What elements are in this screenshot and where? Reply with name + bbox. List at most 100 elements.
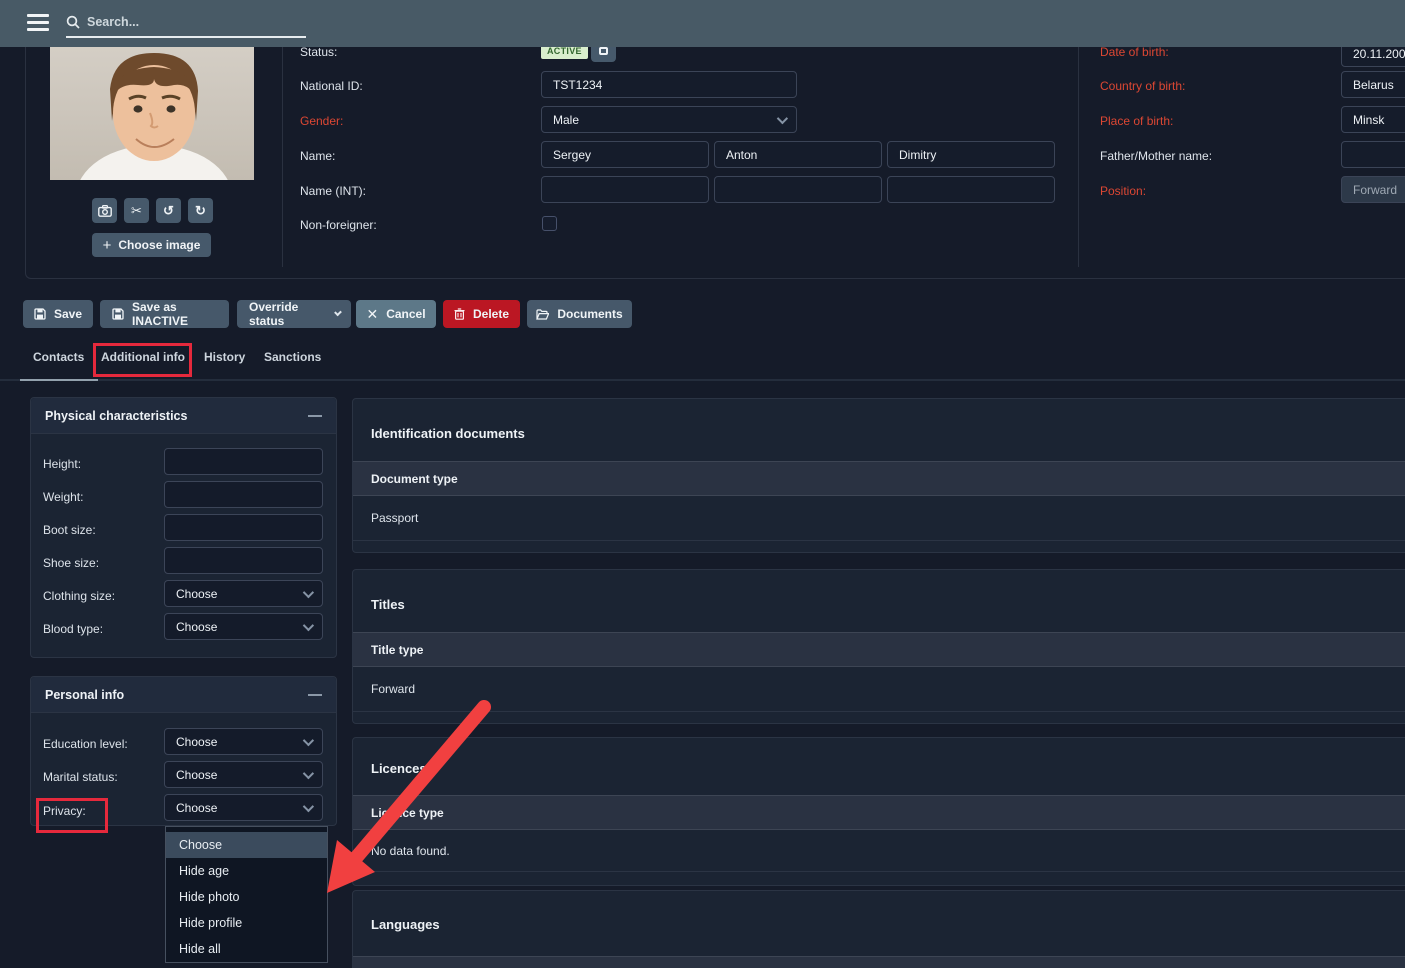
place-of-birth-input[interactable]: Minsk: [1341, 106, 1405, 133]
country-of-birth-input[interactable]: Belarus: [1341, 71, 1405, 98]
national-id-input[interactable]: TST1234: [541, 71, 797, 98]
search-input[interactable]: Search...: [66, 8, 306, 38]
card-title: Licences: [371, 761, 427, 776]
licences-card: Licences Licence type No data found.: [352, 737, 1405, 886]
education-level-select[interactable]: Choose: [164, 728, 323, 755]
name-int-last-input[interactable]: [887, 176, 1055, 203]
privacy-option-hide-age[interactable]: Hide age: [166, 858, 327, 884]
name-first-input[interactable]: Sergey: [541, 141, 709, 168]
override-status-button[interactable]: Override status: [237, 300, 351, 328]
privacy-option-hide-profile[interactable]: Hide profile: [166, 910, 327, 936]
table-row[interactable]: Passport: [353, 496, 1405, 541]
documents-button[interactable]: Documents: [527, 300, 632, 328]
search-placeholder: Search...: [87, 15, 139, 29]
gender-label: Gender:: [300, 114, 343, 128]
cancel-label: Cancel: [386, 307, 425, 321]
profile-photo: [50, 47, 254, 180]
collapse-icon[interactable]: [308, 415, 322, 417]
name-int-middle-input[interactable]: [714, 176, 882, 203]
tab-sanctions[interactable]: Sanctions: [264, 350, 321, 364]
weight-label: Weight:: [43, 490, 83, 504]
crop-button[interactable]: ✂: [124, 198, 149, 223]
cancel-button[interactable]: ✕ Cancel: [356, 300, 436, 328]
tab-history[interactable]: History: [204, 350, 245, 364]
rotate-left-button[interactable]: ↺: [156, 198, 181, 223]
plus-icon: +: [103, 237, 112, 254]
shoe-size-input[interactable]: [164, 547, 323, 574]
divider: [1078, 47, 1079, 267]
panel-title: Personal info: [45, 688, 124, 702]
country-of-birth-label: Country of birth:: [1100, 79, 1185, 93]
marital-status-select[interactable]: Choose: [164, 761, 323, 788]
save-as-inactive-button[interactable]: Save as INACTIVE: [100, 300, 229, 328]
panel-header[interactable]: Physical characteristics: [31, 398, 336, 434]
camera-button[interactable]: [92, 198, 117, 223]
topbar: Search...: [0, 0, 1405, 47]
save-label: Save: [54, 307, 82, 321]
panel-header[interactable]: Personal info: [31, 677, 336, 713]
hamburger-menu-icon[interactable]: [27, 14, 49, 33]
privacy-value: Choose: [176, 801, 217, 815]
height-input[interactable]: [164, 448, 323, 475]
chevron-down-icon: [303, 767, 314, 778]
card-title: Languages: [371, 917, 440, 932]
place-of-birth-label: Place of birth:: [1100, 114, 1173, 128]
marital-status-label: Marital status:: [43, 770, 118, 784]
table-row-empty: No data found.: [353, 830, 1405, 872]
blood-type-select[interactable]: Choose: [164, 613, 323, 640]
rotate-right-icon: ↻: [195, 203, 206, 219]
privacy-option-choose[interactable]: Choose: [166, 832, 327, 858]
table-header-title-type: Title type: [353, 632, 1405, 667]
choose-image-button[interactable]: + Choose image: [92, 233, 211, 257]
blood-type-label: Blood type:: [43, 622, 103, 636]
privacy-option-hide-all[interactable]: Hide all: [166, 936, 327, 962]
rotate-right-button[interactable]: ↻: [188, 198, 213, 223]
active-tab-indicator: [20, 379, 98, 381]
father-mother-input[interactable]: [1341, 141, 1405, 168]
clothing-size-label: Clothing size:: [43, 589, 115, 603]
clothing-size-select[interactable]: Choose: [164, 580, 323, 607]
privacy-option-hide-photo[interactable]: Hide photo: [166, 884, 327, 910]
national-id-label: National ID:: [300, 79, 363, 93]
name-label: Name:: [300, 149, 335, 163]
close-icon: ✕: [366, 306, 378, 323]
chevron-down-icon: [303, 734, 314, 745]
privacy-dropdown-menu: Choose Hide age Hide photo Hide profile …: [165, 826, 328, 963]
name-int-first-input[interactable]: [541, 176, 709, 203]
privacy-select[interactable]: Choose: [164, 794, 323, 821]
non-foreigner-checkbox[interactable]: [542, 216, 557, 231]
delete-button[interactable]: Delete: [443, 300, 520, 328]
square-icon: [599, 47, 608, 55]
position-label: Position:: [1100, 184, 1146, 198]
clothing-size-value: Choose: [176, 587, 217, 601]
shoe-size-label: Shoe size:: [43, 556, 99, 570]
chevron-down-icon: [777, 112, 788, 123]
date-of-birth-label: Date of birth:: [1100, 45, 1169, 59]
chevron-down-icon: [303, 619, 314, 630]
tabs-divider: [0, 379, 1405, 381]
education-level-label: Education level:: [43, 737, 128, 751]
name-int-label: Name (INT):: [300, 184, 366, 198]
tab-additional-info[interactable]: Additional info: [101, 350, 185, 364]
weight-input[interactable]: [164, 481, 323, 508]
camera-icon: [98, 205, 112, 217]
collapse-icon[interactable]: [308, 694, 322, 696]
save-button[interactable]: Save: [23, 300, 93, 328]
status-label: Status:: [300, 45, 337, 59]
name-middle-input[interactable]: Anton: [714, 141, 882, 168]
name-last-input[interactable]: Dimitry: [887, 141, 1055, 168]
table-header-document-type: Document type: [353, 461, 1405, 496]
search-icon: [66, 15, 80, 29]
gender-select[interactable]: Male: [541, 106, 797, 133]
boot-size-input[interactable]: [164, 514, 323, 541]
save-as-inactive-label: Save as INACTIVE: [132, 300, 217, 328]
table-row[interactable]: Forward: [353, 667, 1405, 712]
divider: [282, 47, 283, 267]
table-header-licence-type: Licence type: [353, 795, 1405, 830]
scissors-icon: ✂: [131, 203, 142, 219]
photo-toolbar: ✂ ↺ ↻: [92, 198, 213, 223]
languages-card: Languages Language: [352, 890, 1405, 968]
height-label: Height:: [43, 457, 81, 471]
save-icon: [112, 308, 124, 320]
tab-contacts[interactable]: Contacts: [33, 350, 84, 364]
